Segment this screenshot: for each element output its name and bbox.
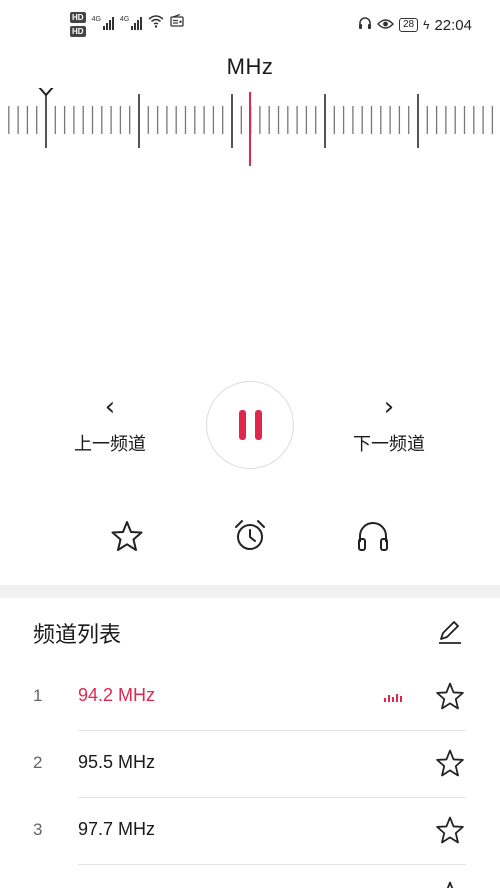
pencil-icon — [439, 621, 461, 644]
now-playing-icon — [384, 692, 402, 702]
section-divider — [0, 585, 500, 598]
channel-frequency: 95.5 MHz — [78, 752, 156, 772]
favorite-toggle-3[interactable] — [434, 814, 466, 846]
channel-row-1[interactable]: 1 94.2 MHz — [0, 664, 500, 731]
chevron-left-icon: ‹ — [104, 392, 116, 422]
channel-row-2[interactable]: 2 95.5 MHz — [0, 731, 500, 798]
pause-icon-bar-right — [254, 410, 262, 440]
headphones-button[interactable] — [355, 518, 391, 554]
hd-badges: HD HD — [70, 12, 86, 37]
next-channel-button[interactable]: › 下一频道 — [329, 394, 449, 456]
edit-list-button[interactable] — [436, 618, 464, 646]
cell-signal-icon-2: 4G — [120, 16, 143, 30]
chevron-right-icon: › — [383, 392, 395, 422]
battery-indicator: 28 — [398, 18, 419, 32]
favorite-toggle-1[interactable] — [434, 680, 466, 712]
next-channel-label: 下一频道 — [353, 434, 425, 455]
status-bar: HD HD 4G 4G 28 ϟ 22:04 — [0, 0, 500, 52]
hd-badge-2: HD — [70, 26, 86, 37]
radio-icon — [170, 13, 184, 30]
channel-frequency: 94.2 MHz — [78, 685, 156, 705]
headphone-icon — [358, 16, 372, 34]
tuning-scale[interactable] — [0, 88, 500, 168]
eye-icon — [377, 17, 394, 34]
channel-frequency: 97.7 MHz — [78, 819, 156, 839]
channel-list-title: 频道列表 — [33, 623, 122, 648]
sleep-timer-button[interactable] — [232, 518, 268, 554]
pause-button[interactable] — [206, 381, 294, 469]
status-right: 28 ϟ 22:04 — [358, 16, 472, 34]
channel-index: 2 — [33, 753, 43, 772]
pause-icon-bar-left — [238, 410, 246, 440]
star-icon — [436, 682, 464, 710]
cell-signal-icon-1: 4G — [92, 16, 114, 30]
star-icon — [436, 749, 464, 777]
favorite-star-button[interactable] — [109, 518, 145, 554]
star-icon — [111, 521, 143, 551]
wifi-icon — [148, 14, 164, 31]
star-icon — [446, 881, 454, 888]
frequency-unit-label: MHz — [226, 54, 274, 79]
alarm-clock-icon — [235, 520, 265, 550]
previous-channel-button[interactable]: ‹ 上一频道 — [50, 394, 170, 456]
channel-row-4-partial[interactable] — [0, 865, 500, 888]
channel-index: 3 — [33, 820, 43, 839]
preset-marker-icon — [38, 88, 54, 97]
previous-channel-label: 上一频道 — [74, 434, 146, 455]
headphones-icon — [358, 522, 388, 551]
favorite-toggle-4[interactable] — [434, 879, 466, 888]
charging-icon: ϟ — [423, 18, 430, 32]
favorite-toggle-2[interactable] — [434, 747, 466, 779]
star-icon — [436, 816, 464, 844]
hd-badge-1: HD — [70, 12, 86, 23]
channel-row-3[interactable]: 3 97.7 MHz — [0, 798, 500, 865]
clock: 22:04 — [434, 16, 472, 34]
channel-index: 1 — [33, 686, 43, 705]
status-left: HD HD 4G 4G — [70, 12, 184, 37]
